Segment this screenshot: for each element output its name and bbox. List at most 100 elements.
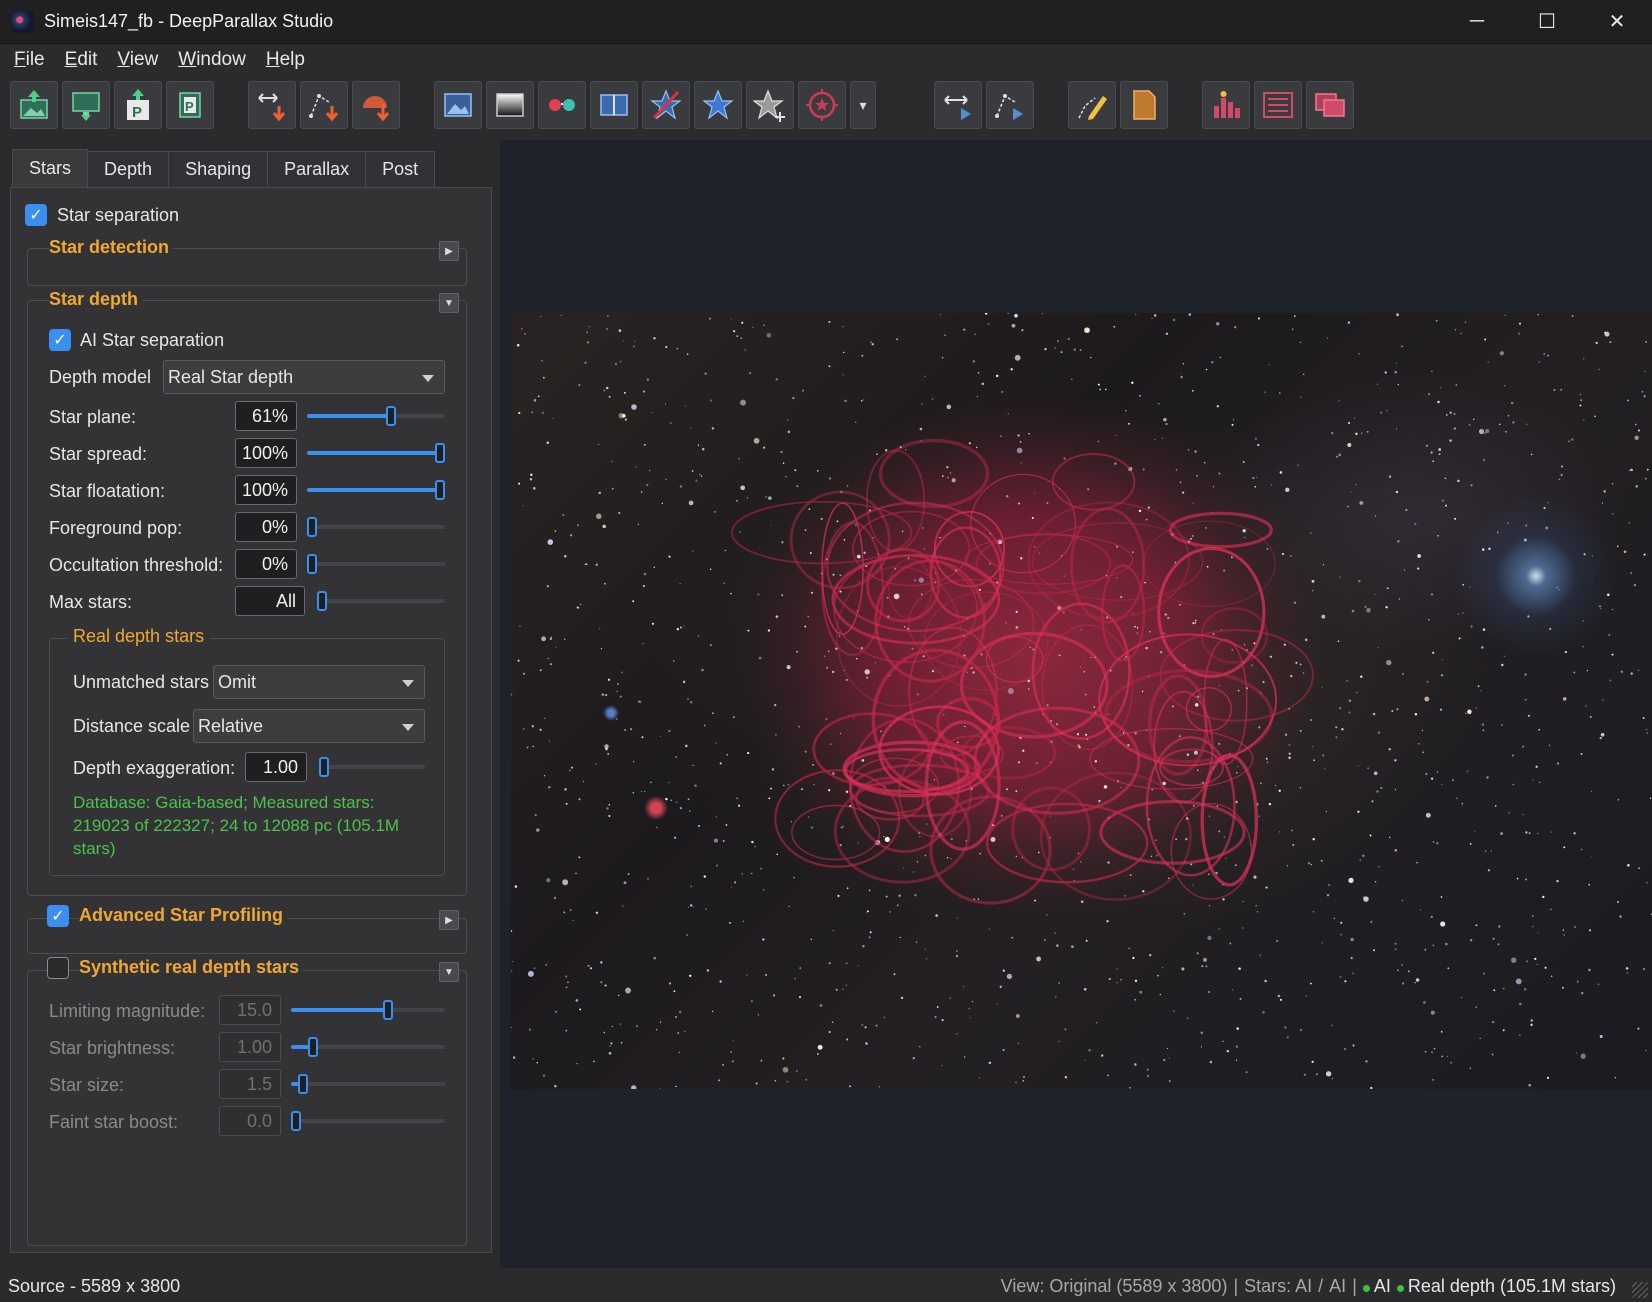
depth-map-icon	[496, 93, 524, 117]
open-project-button[interactable]: P	[114, 81, 162, 129]
star-select-button[interactable]	[694, 81, 742, 129]
move-depth-icon	[258, 93, 286, 122]
tab-depth[interactable]: Depth	[87, 151, 170, 187]
menu-view[interactable]: View	[107, 49, 168, 71]
chevron-down-icon	[422, 375, 434, 382]
depth-model-label: Depth model	[49, 367, 152, 387]
ai-indicator: AI	[1362, 1275, 1391, 1297]
star-depth-collapse-button[interactable]: ▼	[439, 293, 459, 313]
anaglyph-button[interactable]	[538, 81, 586, 129]
occultation-threshold-slider[interactable]	[307, 554, 445, 574]
synthetic-stars-checkbox[interactable]	[47, 957, 69, 979]
star-detection-title: Star detection	[49, 237, 174, 258]
ai-star-separation-label: AI Star separation	[80, 330, 225, 350]
depth-exaggeration-input[interactable]: 1.00	[245, 752, 307, 782]
open-image-button[interactable]	[10, 81, 58, 129]
star-floatation-slider[interactable]	[307, 480, 445, 500]
tab-stars[interactable]: Stars	[12, 149, 89, 187]
nebula-image[interactable]	[511, 313, 1652, 1089]
save-project-button[interactable]: P	[166, 81, 214, 129]
list-button[interactable]	[1254, 81, 1302, 129]
star-detection-expand-button[interactable]: ▶	[439, 241, 459, 261]
menu-help[interactable]: Help	[256, 49, 315, 71]
resize-grip[interactable]	[1632, 1282, 1648, 1298]
foreground-pop-slider[interactable]	[307, 517, 445, 537]
document-button[interactable]	[1120, 81, 1168, 129]
view-depth-button[interactable]	[486, 81, 534, 129]
star-spread-slider[interactable]	[307, 443, 445, 463]
star-size-label: Star size:	[49, 1075, 125, 1095]
stars-tab-body: ✓ Star separation Star detection ▶ Star …	[10, 187, 492, 1253]
target-star-icon	[806, 89, 838, 121]
occultation-threshold-input[interactable]: 0%	[235, 549, 297, 579]
ai-star-separation-checkbox[interactable]: ✓	[49, 329, 71, 351]
export-button[interactable]	[1306, 81, 1354, 129]
database-info: Database: Gaia-based; Measured stars: 21…	[73, 791, 433, 860]
star-separation-checkbox[interactable]: ✓	[25, 204, 47, 226]
window-title: Simeis147_fb - DeepParallax Studio	[44, 11, 334, 31]
tab-shaping[interactable]: Shaping	[168, 151, 269, 187]
parallax-move-button[interactable]	[934, 81, 982, 129]
synthetic-stars-collapse-button[interactable]: ▼	[439, 962, 459, 982]
star-brightness-input[interactable]: 1.00	[219, 1032, 281, 1062]
star-size-slider[interactable]	[291, 1074, 445, 1094]
app-icon	[12, 10, 34, 33]
pencil-icon	[1078, 96, 1107, 120]
depth-exaggeration-slider[interactable]	[319, 757, 425, 777]
limiting-magnitude-slider[interactable]	[291, 1000, 445, 1020]
depth-model-select[interactable]: Real Star depth	[163, 360, 445, 394]
star-target-button[interactable]	[798, 81, 846, 129]
faint-star-boost-input[interactable]: 0.0	[219, 1106, 281, 1136]
star-separation-label: Star separation	[57, 205, 180, 225]
svg-text:P: P	[185, 99, 194, 114]
save-icon: P	[179, 92, 201, 118]
status-dot-icon	[1396, 1284, 1404, 1292]
path-tool-button[interactable]	[300, 81, 348, 129]
minimize-button[interactable]: ─	[1442, 0, 1512, 44]
stars-mode: Stars: AI	[1244, 1275, 1313, 1296]
monitor-icon	[72, 92, 100, 121]
star-plane-input[interactable]: 61%	[235, 401, 297, 431]
view-info: View: Original (5589 x 3800)	[1000, 1275, 1228, 1296]
arc-tool-button[interactable]	[352, 81, 400, 129]
star-spread-input[interactable]: 100%	[235, 438, 297, 468]
star-add-button[interactable]	[746, 81, 794, 129]
tab-post[interactable]: Post	[365, 151, 436, 187]
ai-indicator-label: AI	[1373, 1275, 1391, 1296]
star-brightness-slider[interactable]	[291, 1037, 445, 1057]
synthetic-stars-title: Synthetic real depth stars	[79, 957, 304, 978]
advanced-star-profiling-checkbox[interactable]: ✓	[47, 905, 69, 927]
tab-parallax[interactable]: Parallax	[267, 151, 367, 187]
star-remove-button[interactable]	[642, 81, 690, 129]
parallax-move-icon	[944, 95, 971, 120]
limiting-magnitude-input[interactable]: 15.0	[219, 995, 281, 1025]
star-tool-dropdown[interactable]: ▾	[850, 81, 876, 129]
depth-tool-button[interactable]	[248, 81, 296, 129]
faint-star-boost-slider[interactable]	[291, 1111, 445, 1131]
side-by-side-button[interactable]	[590, 81, 638, 129]
unmatched-stars-value: Omit	[218, 671, 256, 692]
advanced-star-profiling-expand-button[interactable]: ▶	[439, 910, 459, 930]
unmatched-stars-select[interactable]: Omit	[213, 665, 425, 699]
maximize-button[interactable]: ☐	[1512, 0, 1582, 44]
foreground-pop-input[interactable]: 0%	[235, 512, 297, 542]
database-info-line: 219023 of 222327; 24 to 12088 pc (105.1M	[73, 816, 400, 835]
star-floatation-input[interactable]: 100%	[235, 475, 297, 505]
menu-window[interactable]: Window	[168, 49, 256, 71]
menu-edit[interactable]: Edit	[55, 49, 108, 71]
distance-scale-select[interactable]: Relative	[193, 709, 425, 743]
display-button[interactable]	[62, 81, 110, 129]
view-image-button[interactable]	[434, 81, 482, 129]
annotate-button[interactable]	[1068, 81, 1116, 129]
star-size-input[interactable]: 1.5	[219, 1069, 281, 1099]
star-plane-slider[interactable]	[307, 406, 445, 426]
export-icon	[1315, 93, 1345, 117]
histogram-button[interactable]	[1202, 81, 1250, 129]
separator: |	[1233, 1275, 1239, 1296]
close-button[interactable]: ✕	[1582, 0, 1652, 44]
max-stars-slider[interactable]	[317, 591, 445, 611]
menu-file[interactable]: File	[4, 49, 55, 71]
open-image-icon	[20, 90, 48, 119]
parallax-path-button[interactable]	[986, 81, 1034, 129]
max-stars-input[interactable]: All	[235, 586, 305, 616]
